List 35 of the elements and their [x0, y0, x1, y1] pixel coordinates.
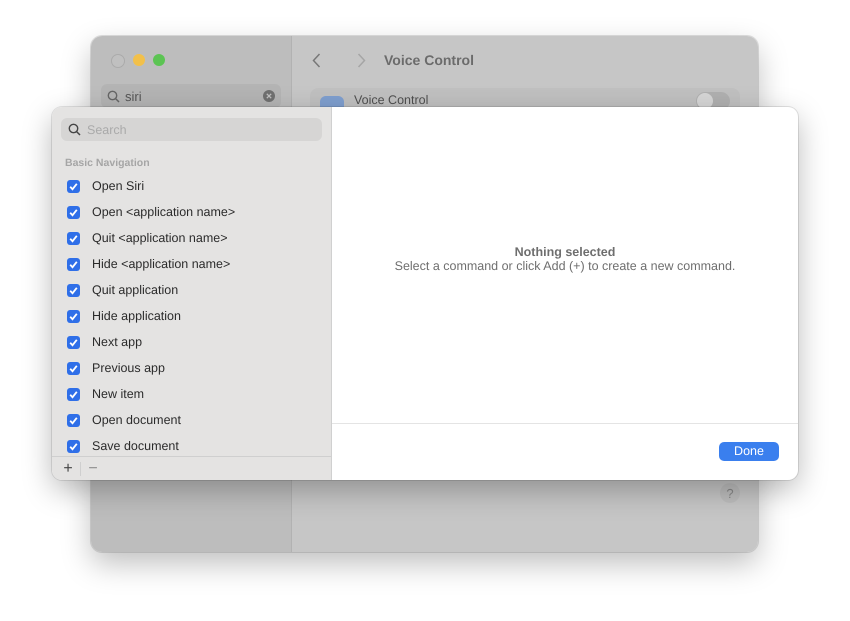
- empty-title: Nothing selected: [514, 245, 616, 259]
- command-label: Save document: [92, 439, 179, 453]
- search-field[interactable]: siri: [101, 84, 281, 108]
- section-title: Basic Navigation: [64, 156, 151, 171]
- checkbox[interactable]: [67, 440, 80, 452]
- command-label: Quit application: [92, 283, 178, 297]
- command-label: Hide application: [92, 309, 181, 323]
- window-title: Voice Control: [384, 52, 474, 68]
- command-label: New item: [92, 387, 144, 401]
- back-icon[interactable]: [312, 52, 321, 68]
- checkbox[interactable]: [67, 336, 80, 348]
- done-button[interactable]: Done: [719, 442, 779, 460]
- checkbox[interactable]: [67, 180, 80, 192]
- empty-message: Select a command or click Add (+) to create a new command.: [394, 259, 736, 273]
- checkbox[interactable]: [67, 232, 80, 244]
- checkbox[interactable]: [67, 362, 80, 374]
- checkbox[interactable]: [67, 414, 80, 426]
- add-button[interactable]: +: [56, 458, 80, 478]
- command-label: Open Siri: [92, 179, 144, 193]
- search-icon: [68, 123, 81, 136]
- command-label: Hide <application name>: [92, 257, 230, 271]
- checkbox[interactable]: [67, 388, 80, 400]
- command-label: Next app: [92, 335, 142, 349]
- checkbox[interactable]: [67, 206, 80, 218]
- command-label: Quit <application name>: [92, 231, 228, 245]
- command-label: Open <application name>: [92, 205, 236, 219]
- checkbox[interactable]: [67, 284, 80, 296]
- checkbox[interactable]: [67, 310, 80, 322]
- search-icon: [107, 90, 120, 102]
- command-label: Open document: [92, 413, 181, 427]
- setting-label: Voice Control: [354, 93, 430, 107]
- command-label: Previous app: [92, 361, 165, 375]
- help-button[interactable]: ?: [720, 483, 740, 503]
- checkbox[interactable]: [67, 258, 80, 270]
- clear-icon[interactable]: [263, 90, 275, 102]
